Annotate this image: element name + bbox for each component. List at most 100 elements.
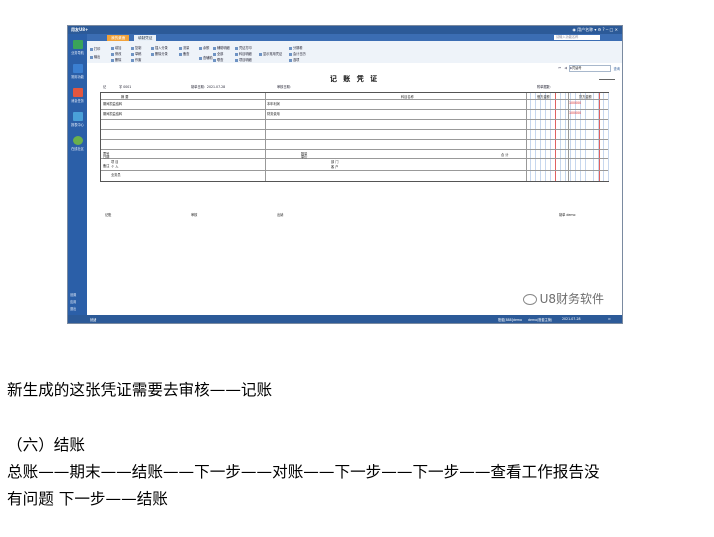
function-search-input[interactable]: 请输入功能名称 (554, 35, 600, 40)
tab-bar: 我的桌面 填制凭证 请输入功能名称 (87, 34, 622, 41)
status-account: 账套[888]demo (498, 318, 522, 322)
calendar-button[interactable]: 会计日历 (289, 51, 306, 56)
project-detail-button[interactable]: 项目明细 (235, 57, 252, 62)
apps-link[interactable]: 应用 (70, 299, 76, 304)
common-voucher-button[interactable]: 显示常用凭证 (259, 51, 282, 56)
subject-detail-button[interactable]: 科目明细 (235, 51, 252, 56)
business-label: 业务员 (111, 173, 121, 177)
attachments[interactable]: 附单据数： (537, 84, 553, 89)
app-titlebar: 用友U8+ ◉ 用户名称 ▾ ⚙ ? ─ □ ✕ (68, 26, 622, 34)
memo-button[interactable]: 备查 (179, 51, 189, 56)
grid-icon (72, 40, 83, 49)
installment-button[interactable]: 分期看 (289, 45, 303, 50)
sidebar: 业务导航 常用功能 消息任务 报表中心 在线社区 设置 应用 退出 (68, 34, 87, 323)
paragraph-steps-1: 总账——期末——结账——下一步——对账——下一步——下一步——查看工作报告没 (7, 463, 600, 481)
message-icon (72, 88, 83, 97)
row-divider (101, 129, 608, 130)
decimal-line (599, 93, 600, 181)
aux-query-button[interactable]: 查辅助 (199, 55, 213, 60)
options-button[interactable]: 选项 (289, 57, 299, 62)
col-divider (265, 93, 266, 181)
sidebar-item-nav[interactable]: 业务导航 (69, 40, 86, 55)
paragraph-steps-2: 有问题 下一步——结账 (7, 490, 168, 508)
row-divider (101, 109, 608, 110)
row1-subject[interactable]: 本年利润 (267, 101, 280, 106)
row-divider (101, 149, 608, 150)
draft-button[interactable]: 草稿 (131, 51, 141, 56)
delete-entry-button[interactable]: 删除分录 (151, 51, 168, 56)
audit-date: 审核日期： (277, 85, 293, 89)
delete-button[interactable]: 删除 (111, 57, 121, 62)
col-debit: 借方金额 (537, 95, 550, 99)
all-button[interactable]: 全部 (213, 51, 223, 56)
total-label: 合 计 (501, 153, 509, 157)
window-controls[interactable]: ◉ 用户名称 ▾ ⚙ ? ─ □ ✕ (572, 27, 618, 33)
row-divider (101, 139, 608, 140)
date-label: 日期 (103, 155, 110, 159)
customer-label: 客 户 (331, 165, 339, 169)
voucher-print-button[interactable]: 凭证打印 (235, 45, 252, 50)
star-icon (72, 64, 83, 73)
balance-button[interactable]: 余额 (199, 45, 209, 50)
wechat-icon (522, 294, 537, 305)
entries-table: 摘 要 科目名称 借方金额 贷方金额 期间损益结转 本年利润 100000 期间… (100, 92, 609, 182)
voucher-date[interactable]: 制单日期：2021.07.28 (191, 84, 225, 89)
edit-button[interactable]: 修改 (111, 51, 121, 56)
flow-button[interactable]: 流量 (179, 45, 189, 50)
row2-summary[interactable]: 期间损益结转 (103, 111, 122, 116)
sidebar-item-reports[interactable]: 报表中心 (69, 112, 86, 127)
col-summary: 摘 要 (121, 95, 129, 99)
voucher-number: 字 0001 (119, 85, 132, 89)
paragraph-review: 新生成的这张凭证需要去审核——记账 (7, 381, 273, 399)
status-ready: 就绪 (90, 318, 97, 322)
copy-button[interactable]: 复制 (131, 45, 141, 50)
signer-auditor: 审核 (191, 213, 198, 217)
status-bar: 就绪 账套[888]demo demo(账套主管) 2021-07-28 ⊙ (68, 315, 622, 323)
row-divider (101, 170, 608, 171)
row-divider (101, 99, 608, 100)
col-subject: 科目名称 (401, 95, 414, 99)
embedded-screenshot: 用友U8+ ◉ 用户名称 ▾ ⚙ ? ─ □ ✕ 业务导航 常用功能 消息任务 … (67, 25, 623, 324)
voucher-search-button[interactable]: 查询 (614, 66, 620, 71)
signer-cashier: 出纳 (277, 213, 284, 217)
signer-maker: 制单 demo (559, 213, 576, 217)
watermark: U8财务软件 (522, 290, 604, 307)
export-button[interactable]: 输出 (90, 54, 100, 59)
col-divider (568, 93, 569, 181)
report-icon (72, 112, 83, 121)
col-divider (526, 93, 527, 181)
link-query-button[interactable]: 联查 (213, 57, 223, 62)
decimal-line (555, 93, 556, 181)
insert-entry-button[interactable]: 插入分录 (151, 45, 168, 50)
sidebar-item-common[interactable]: 常用功能 (69, 64, 86, 79)
section-heading: （六）结账 (7, 436, 85, 454)
exit-link[interactable]: 退出 (70, 306, 76, 311)
status-icon: ⊙ (608, 317, 611, 321)
row2-subject[interactable]: 财务费用 (267, 111, 280, 116)
settings-link[interactable]: 设置 (70, 292, 76, 297)
voucher-type[interactable]: 记 (103, 84, 106, 89)
aux-detail-button[interactable]: 辅助明细 (213, 45, 230, 50)
row-divider (101, 119, 608, 120)
voucher-panel: ⏮ ◀ ▶ ⏭ 凭证号 查询 记 账 凭 证 记 字 0001 制单日期：202… (87, 63, 622, 315)
row1-summary[interactable]: 期间损益结转 (103, 101, 122, 106)
price-label: 单价 (301, 155, 308, 159)
status-user: demo(账套主管) (528, 318, 553, 322)
row1-credit[interactable]: 100000 (569, 101, 581, 105)
voucher-title: 记 账 凭 证 (329, 75, 380, 83)
row-divider (101, 158, 608, 159)
remark-label: 备注 (103, 164, 110, 168)
add-button[interactable]: 增加 (111, 45, 121, 50)
col-credit: 贷方金额 (579, 95, 592, 99)
voucher-search-input[interactable]: 凭证号 (569, 65, 611, 72)
community-icon (72, 136, 83, 145)
sidebar-item-community[interactable]: 在线社区 (69, 136, 86, 151)
person-label: 个 人 (111, 165, 119, 169)
debit-digit-grid (526, 93, 588, 181)
sidebar-item-messages[interactable]: 消息任务 (69, 88, 86, 103)
row2-credit[interactable]: 100000 (569, 111, 581, 115)
app-title: 用友U8+ (71, 27, 89, 32)
print-button[interactable]: 打印 (90, 46, 100, 51)
divider (599, 79, 615, 80)
void-button[interactable]: 作废 (131, 57, 141, 62)
